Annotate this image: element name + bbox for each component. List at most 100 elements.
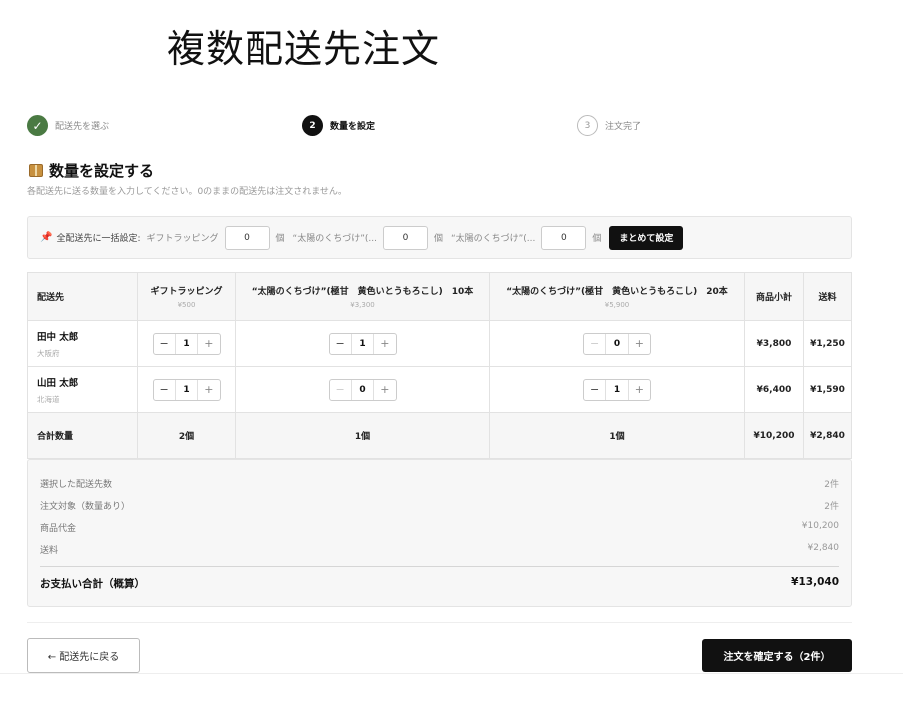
- quantity-stepper: − 0 +: [328, 378, 397, 401]
- increment-button[interactable]: +: [198, 380, 219, 400]
- pin-icon: 📌: [40, 232, 53, 243]
- progress-steps: ✓ 配送先を選ぶ 2 数量を設定 3 注文完了: [27, 115, 852, 137]
- bulk-unit: 個: [433, 234, 443, 244]
- page-title: 複数配送先注文: [167, 27, 441, 71]
- bulk-qty-input-corn-20[interactable]: [541, 225, 587, 250]
- summary-label: 商品代金: [40, 524, 77, 534]
- summary-total-label: お支払い合計（概算）: [40, 578, 145, 590]
- decrement-button[interactable]: −: [330, 380, 351, 400]
- qty-cell: − 1 +: [137, 366, 236, 413]
- decrement-button[interactable]: −: [154, 334, 175, 354]
- header-shipping: 送料: [803, 272, 852, 321]
- subtotal-cell: ¥3,800: [744, 320, 804, 367]
- increment-button[interactable]: +: [198, 334, 219, 354]
- bulk-qty-input-corn-10[interactable]: [382, 225, 428, 250]
- increment-button[interactable]: +: [629, 380, 650, 400]
- quantity-stepper: − 1 +: [152, 378, 221, 401]
- decrement-button[interactable]: −: [584, 380, 605, 400]
- decrement-button[interactable]: −: [584, 334, 605, 354]
- quantity-value[interactable]: 0: [350, 379, 375, 400]
- qty-cell: − 1 +: [235, 320, 490, 367]
- increment-button[interactable]: +: [629, 334, 650, 354]
- total-qty: 1個: [489, 412, 745, 459]
- total-label: 合計数量: [27, 412, 138, 459]
- increment-button[interactable]: +: [374, 334, 395, 354]
- product-name: ギフトラッピング: [150, 287, 223, 297]
- bulk-item-label: “太陽のくちづけ”(...: [292, 234, 377, 244]
- header-subtotal: 商品小計: [744, 272, 804, 321]
- total-row: 合計数量 2個 1個 1個 ¥10,200 ¥2,840: [27, 412, 852, 459]
- table-row: 田中 太郎 大阪府 − 1 + − 1 + − 0 + ¥3,800 ¥1,25…: [27, 320, 852, 367]
- product-price: ¥500: [177, 301, 196, 309]
- bulk-unit: 個: [592, 234, 602, 244]
- header-product: “太陽のくちづけ”(極甘 黄色いとうもろこし) 20本 ¥5,900: [489, 272, 745, 321]
- decrement-button[interactable]: −: [330, 334, 351, 354]
- summary-value: 2件: [824, 502, 839, 512]
- summary-label: 送料: [40, 546, 59, 556]
- step-set-quantity: 2 数量を設定: [302, 115, 375, 136]
- summary-divider: [40, 566, 839, 567]
- total-subtotal: ¥10,200: [744, 412, 804, 459]
- check-icon: ✓: [27, 115, 48, 136]
- shipping-cell: ¥1,250: [803, 320, 852, 367]
- decrement-button[interactable]: −: [154, 380, 175, 400]
- bulk-set-bar: 📌 全配送先に一括設定: ギフトラッピング 個 “太陽のくちづけ”(... 個 …: [27, 216, 852, 259]
- product-price: ¥3,300: [350, 301, 375, 309]
- page-bottom-divider: [0, 673, 903, 674]
- summary-value: 2件: [824, 480, 839, 490]
- destination-cell: 山田 太郎 北海道: [27, 366, 138, 413]
- step-label: 配送先を選ぶ: [55, 122, 110, 132]
- summary-value: ¥2,840: [807, 543, 840, 553]
- quantity-value[interactable]: 1: [174, 333, 199, 354]
- header-destination: 配送先: [27, 272, 138, 321]
- header-product: “太陽のくちづけ”(極甘 黄色いとうもろこし) 10本 ¥3,300: [235, 272, 490, 321]
- quantity-stepper: − 1 +: [583, 378, 651, 401]
- bulk-qty-input-gift[interactable]: [224, 225, 270, 250]
- package-icon: [29, 164, 43, 177]
- total-shipping: ¥2,840: [803, 412, 852, 459]
- quantity-stepper: − 1 +: [328, 332, 397, 355]
- quantity-value[interactable]: 1: [605, 379, 629, 400]
- qty-cell: − 1 +: [489, 366, 745, 413]
- summary-row: 商品代金 ¥10,200: [40, 521, 839, 534]
- table-row: 山田 太郎 北海道 − 1 + − 0 + − 1 + ¥6,400 ¥1,59…: [27, 366, 852, 413]
- summary-row: 注文対象（数量あり） 2件: [40, 499, 839, 512]
- bulk-unit: 個: [275, 234, 285, 244]
- section-subtitle: 各配送先に送る数量を入力してください。0のままの配送先は注文されません。: [27, 187, 347, 197]
- quantity-value[interactable]: 1: [350, 333, 375, 354]
- order-summary: 選択した配送先数 2件 注文対象（数量あり） 2件 商品代金 ¥10,200 送…: [27, 459, 852, 607]
- summary-total: お支払い合計（概算） ¥13,040: [40, 576, 839, 591]
- summary-total-value: ¥13,040: [791, 576, 839, 588]
- table-header-row: 配送先 ギフトラッピング ¥500 “太陽のくちづけ”(極甘 黄色いとうもろこし…: [27, 272, 852, 321]
- step-number: 3: [577, 115, 598, 136]
- bulk-item-label: “太陽のくちづけ”(...: [450, 234, 536, 244]
- confirm-order-button[interactable]: 注文を確定する（2件）: [702, 639, 852, 672]
- summary-label: 注文対象（数量あり）: [40, 502, 131, 512]
- bulk-item-label: ギフトラッピング: [146, 234, 219, 244]
- bulk-label: 全配送先に一括設定:: [56, 234, 141, 244]
- product-name: “太陽のくちづけ”(極甘 黄色いとうもろこし) 10本: [251, 287, 474, 297]
- qty-cell: − 0 +: [235, 366, 490, 413]
- bulk-apply-button[interactable]: まとめて設定: [609, 225, 684, 250]
- quantity-stepper: − 0 +: [583, 332, 651, 355]
- step-select-destination: ✓ 配送先を選ぶ: [27, 115, 109, 136]
- quantity-table: 配送先 ギフトラッピング ¥500 “太陽のくちづけ”(極甘 黄色いとうもろこし…: [27, 272, 852, 459]
- summary-label: 選択した配送先数: [40, 480, 113, 490]
- shipping-cell: ¥1,590: [803, 366, 852, 413]
- summary-row: 送料 ¥2,840: [40, 543, 839, 556]
- qty-cell: − 1 +: [137, 320, 236, 367]
- total-qty: 1個: [235, 412, 490, 459]
- summary-row: 選択した配送先数 2件: [40, 477, 839, 490]
- quantity-value[interactable]: 1: [174, 379, 199, 400]
- section-title-text: 数量を設定する: [49, 162, 155, 180]
- step-order-complete: 3 注文完了: [577, 115, 641, 136]
- summary-value: ¥10,200: [801, 521, 839, 531]
- total-qty: 2個: [137, 412, 236, 459]
- back-button[interactable]: ← 配送先に戻る: [27, 638, 140, 673]
- recipient-prefecture: 大阪府: [37, 348, 60, 358]
- recipient-prefecture: 北海道: [37, 394, 60, 404]
- quantity-value[interactable]: 0: [605, 333, 629, 354]
- increment-button[interactable]: +: [374, 380, 395, 400]
- header-product: ギフトラッピング ¥500: [137, 272, 236, 321]
- recipient-name: 山田 太郎: [37, 377, 79, 389]
